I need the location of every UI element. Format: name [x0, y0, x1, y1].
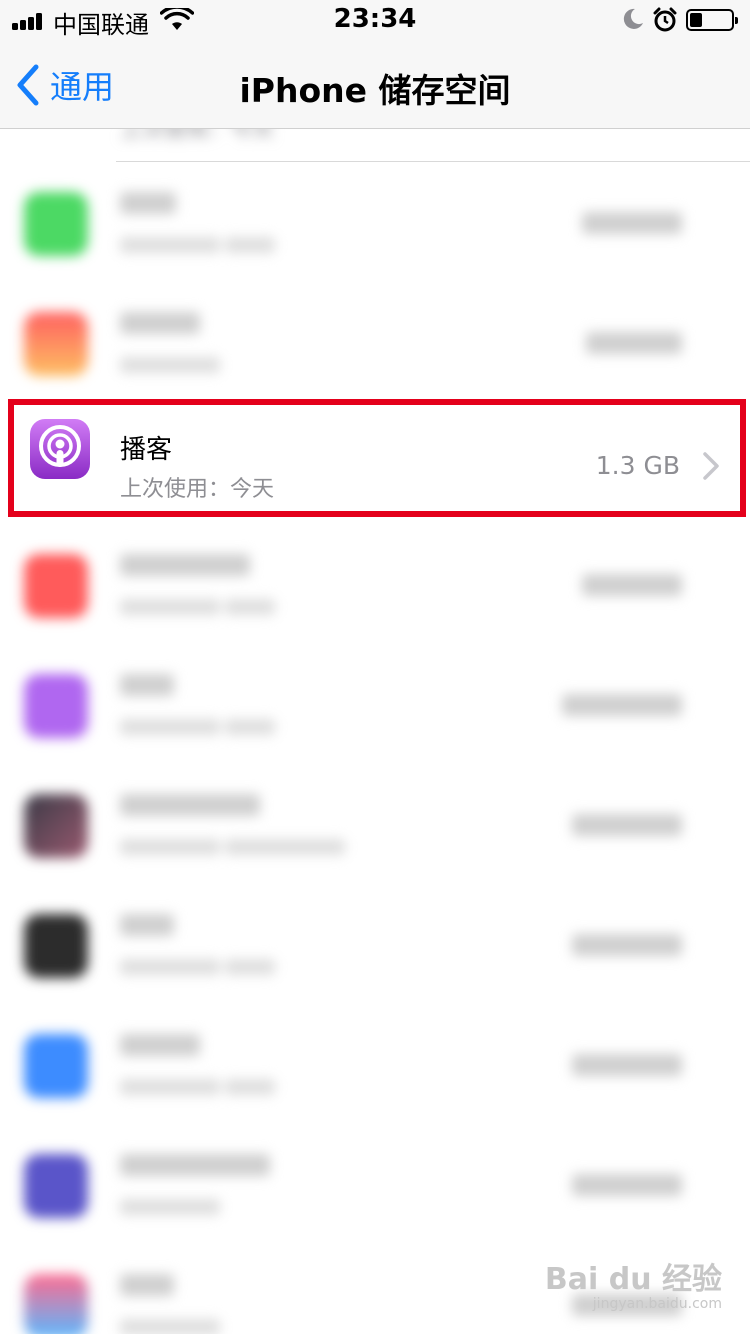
list-item[interactable] — [0, 1004, 750, 1124]
watermark-brand: Bai du 经验 — [544, 1262, 722, 1297]
list-item[interactable] — [0, 282, 750, 402]
list-item[interactable] — [0, 524, 750, 644]
app-icon — [24, 192, 88, 256]
app-icon — [24, 1274, 88, 1334]
list-item[interactable] — [0, 764, 750, 884]
app-icon — [24, 1154, 88, 1218]
watermark-url: jingyan.baidu.com — [592, 1296, 722, 1312]
app-icon — [24, 1034, 88, 1098]
app-storage-list: 上次使用：今天 播客 上次使用：今天 1.3 GB — [0, 0, 750, 1334]
app-icon — [24, 794, 88, 858]
list-item[interactable] — [0, 644, 750, 764]
app-icon — [24, 914, 88, 978]
battery-icon — [686, 9, 738, 31]
app-icon — [24, 674, 88, 738]
status-bar: 中国联通 23:34 — [0, 0, 750, 40]
list-item[interactable] — [0, 162, 750, 282]
app-icon — [24, 312, 88, 376]
highlight-frame — [8, 399, 746, 517]
list-item[interactable] — [0, 884, 750, 1004]
alarm-clock-icon — [653, 7, 677, 32]
page-title: iPhone 储存空间 — [239, 71, 511, 110]
baidu-watermark: Bai du 经验 jingyan.baidu.com — [545, 1254, 722, 1312]
do-not-disturb-moon-icon — [623, 8, 643, 29]
app-icon — [24, 554, 88, 618]
navigation-bar: 通用 iPhone 储存空间 — [0, 40, 750, 129]
list-item[interactable] — [0, 1124, 750, 1244]
